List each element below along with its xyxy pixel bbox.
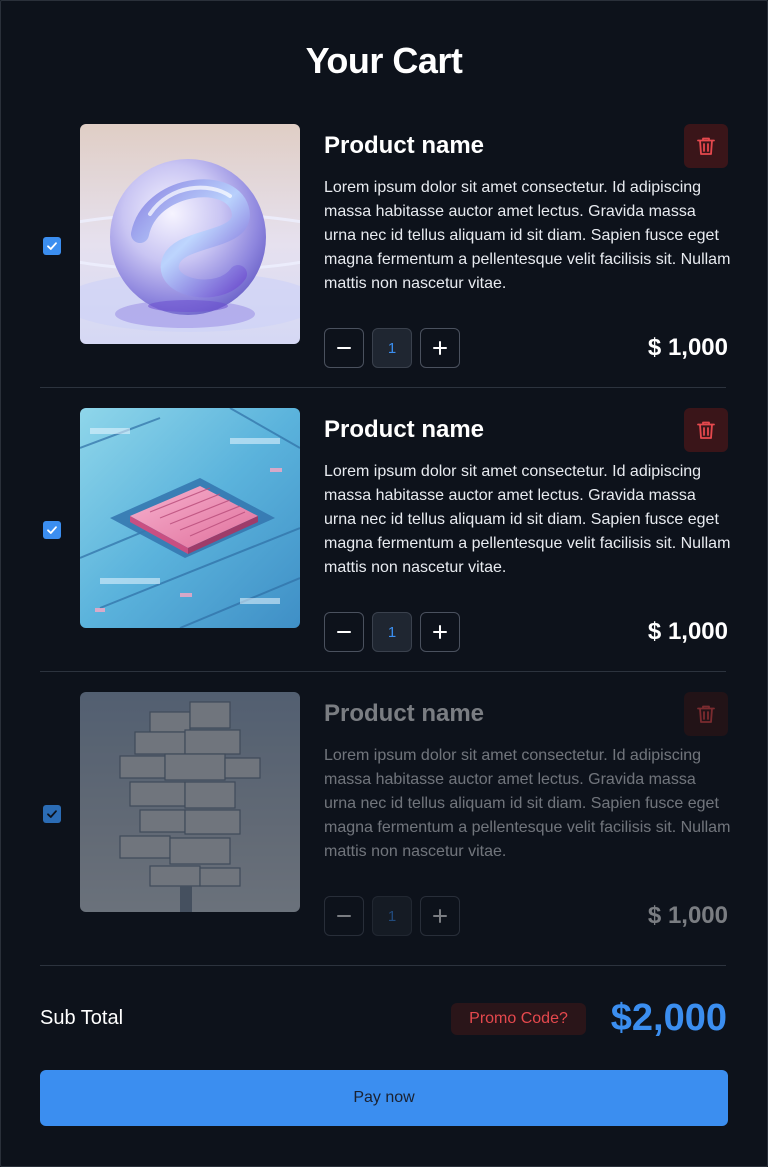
increase-button[interactable]	[420, 896, 460, 936]
cart-item: Product name Lorem ipsum dolor sit amet …	[40, 408, 730, 652]
decrease-button[interactable]	[324, 612, 364, 652]
quantity-field[interactable]: 1	[372, 612, 412, 652]
product-description: Lorem ipsum dolor sit amet consectetur. …	[324, 179, 731, 292]
product-name: Product name	[324, 132, 485, 159]
check-icon	[47, 526, 57, 534]
product-name: Product name	[324, 700, 485, 727]
circuit-chip-image	[80, 408, 300, 628]
quantity-stepper: 1	[324, 612, 460, 652]
promo-code-button[interactable]: Promo Code?	[451, 1003, 586, 1035]
item-checkbox[interactable]	[43, 237, 61, 255]
plus-icon	[433, 625, 447, 639]
check-icon	[47, 242, 57, 250]
item-price: $ 1,000	[647, 334, 728, 361]
increase-button[interactable]	[420, 328, 460, 368]
minus-icon	[337, 631, 351, 633]
remove-item-button[interactable]	[684, 692, 728, 736]
item-price: $ 1,000	[647, 902, 728, 929]
page-title: Your Cart	[305, 40, 463, 81]
decrease-button[interactable]	[324, 328, 364, 368]
plus-icon	[433, 909, 447, 923]
total-amount: $2,000	[610, 997, 727, 1039]
divider	[40, 387, 726, 388]
product-description: Lorem ipsum dolor sit amet consectetur. …	[324, 463, 731, 576]
quantity-field[interactable]: 1	[372, 896, 412, 936]
item-checkbox[interactable]	[43, 805, 61, 823]
item-checkbox[interactable]	[43, 521, 61, 539]
trash-icon	[697, 421, 715, 439]
minus-icon	[337, 915, 351, 917]
remove-item-button[interactable]	[684, 124, 728, 168]
cart-item: Product name Lorem ipsum dolor sit amet …	[40, 124, 730, 368]
quantity-field[interactable]: 1	[372, 328, 412, 368]
quantity-stepper: 1	[324, 896, 460, 936]
pay-now-button[interactable]: Pay now	[40, 1070, 728, 1126]
product-name: Product name	[324, 416, 485, 443]
check-icon	[47, 810, 57, 818]
glass-tower-image	[80, 692, 300, 912]
glass-sphere-image	[80, 124, 300, 344]
product-description: Lorem ipsum dolor sit amet consectetur. …	[324, 747, 731, 860]
plus-icon	[433, 341, 447, 355]
divider	[40, 965, 726, 966]
quantity-stepper: 1	[324, 328, 460, 368]
trash-icon	[697, 705, 715, 723]
divider	[40, 671, 726, 672]
increase-button[interactable]	[420, 612, 460, 652]
cart-item: Product name Lorem ipsum dolor sit amet …	[40, 692, 730, 936]
minus-icon	[337, 347, 351, 349]
item-price: $ 1,000	[647, 618, 728, 645]
subtotal-label: Sub Total	[40, 1007, 124, 1029]
trash-icon	[697, 137, 715, 155]
decrease-button[interactable]	[324, 896, 364, 936]
remove-item-button[interactable]	[684, 408, 728, 452]
